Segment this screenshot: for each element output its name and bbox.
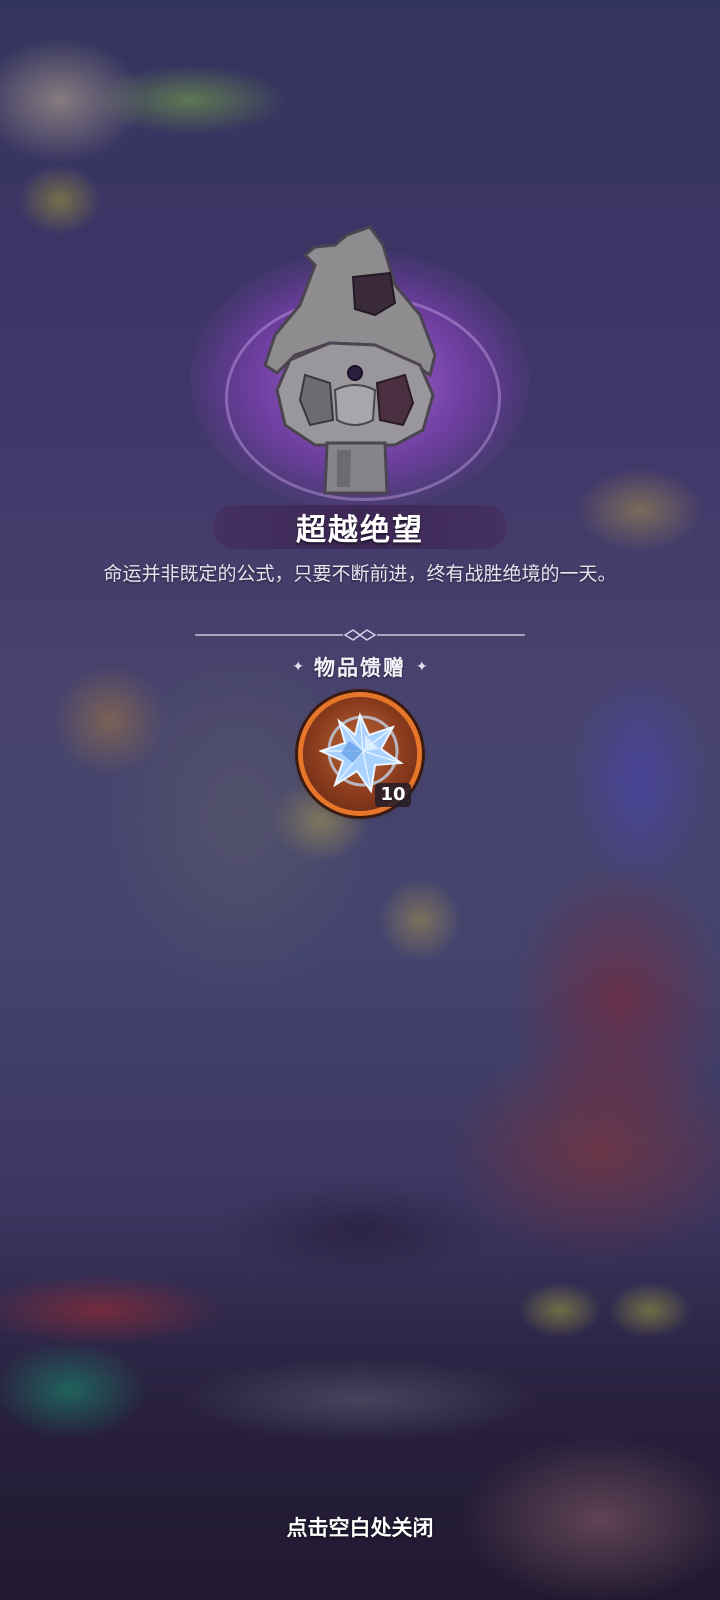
sparkle-right-icon: ✦ [416,659,428,675]
ornamental-divider [195,629,525,641]
gift-section-label: 物品馈赠 [314,656,406,680]
item-count-badge: 10 [375,783,411,807]
reward-popup-screen[interactable]: 超越绝望 命运并非既定的公式，只要不断前进，终有战胜绝境的一天。 ✦ 物品馈赠 … [0,0,720,1600]
sparkle-left-icon: ✦ [292,659,304,675]
popup-description: 命运并非既定的公式，只要不断前进，终有战胜绝境的一天。 [103,563,617,585]
reward-item-slot[interactable]: 10 [303,697,417,811]
tap-to-close-hint[interactable]: 点击空白处关闭 [0,1512,720,1542]
popup-title: 超越绝望 [296,513,424,548]
title-banner: 超越绝望 [213,505,507,549]
gift-section-header: ✦ 物品馈赠 ✦ [0,652,720,682]
stone-totem-artwork [263,225,437,495]
